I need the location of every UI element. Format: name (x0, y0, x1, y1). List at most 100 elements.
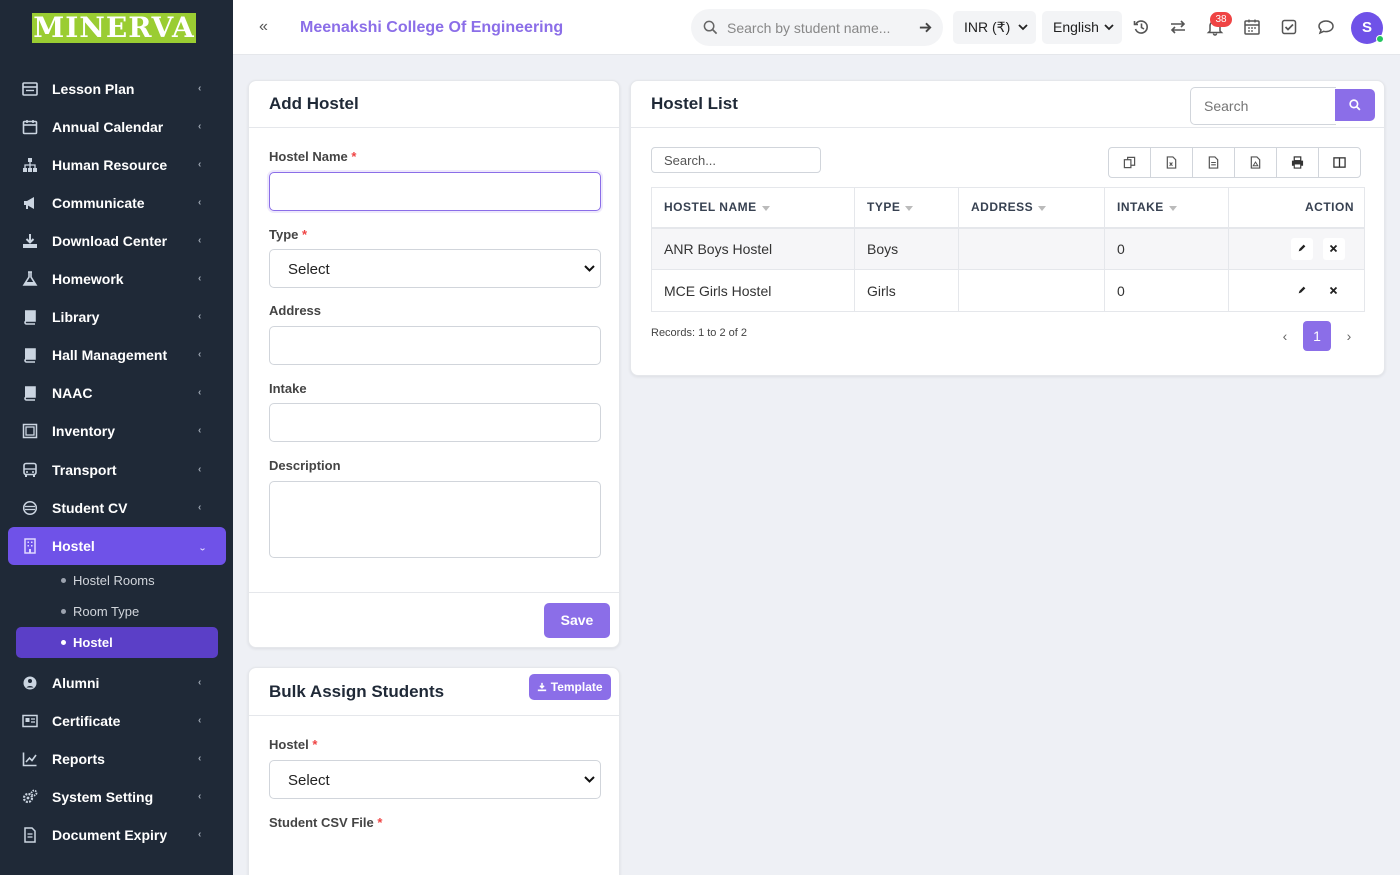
close-icon (1330, 244, 1338, 252)
sidebar-item-homework[interactable]: Homework ‹ (8, 260, 226, 298)
sidebar-subitem-hostel-rooms[interactable]: Hostel Rooms (16, 565, 218, 596)
column-header-address[interactable]: ADDRESS (958, 187, 1105, 229)
column-visibility-button[interactable] (1319, 148, 1360, 177)
sidebar-item-system-setting[interactable]: System Setting ‹ (8, 778, 226, 816)
sidebar-item-document-expiry[interactable]: Document Expiry ‹ (8, 816, 226, 854)
csv-button[interactable] (1193, 148, 1235, 177)
delete-button[interactable] (1322, 279, 1345, 302)
alumni-icon (22, 675, 38, 691)
print-button[interactable] (1277, 148, 1319, 177)
sidebar-item-label: Annual Calendar (52, 119, 164, 135)
sidebar-item-hall-management[interactable]: Hall Management ‹ (8, 336, 226, 374)
document-icon (22, 827, 38, 843)
pdf-button[interactable] (1235, 148, 1277, 177)
currency-select[interactable]: INR (₹) (953, 11, 1036, 44)
calendar-icon (22, 119, 38, 135)
sidebar-item-student-cv[interactable]: Student CV ‹ (8, 489, 226, 527)
history-icon[interactable] (1132, 18, 1150, 36)
chevron-left-icon: ‹ (198, 273, 202, 284)
bulk-hostel-select[interactable]: Select (269, 760, 601, 799)
sidebar-item-label: Lesson Plan (52, 81, 135, 97)
intake-input[interactable] (269, 403, 601, 442)
type-select[interactable]: Select (269, 249, 601, 288)
task-check-icon[interactable] (1280, 18, 1298, 36)
divider (249, 592, 619, 593)
sidebar-item-certificate[interactable]: Certificate ‹ (8, 702, 226, 740)
book-icon (22, 385, 38, 401)
excel-button[interactable] (1151, 148, 1193, 177)
divider (249, 127, 619, 128)
sidebar-item-transport[interactable]: Transport ‹ (8, 451, 226, 489)
sort-icon (905, 205, 914, 211)
calendar-icon[interactable] (1243, 18, 1261, 36)
chevron-left-icon: ‹ (198, 791, 202, 802)
chevron-left-icon: ‹ (198, 159, 202, 170)
sidebar-item-alumni[interactable]: Alumni ‹ (8, 664, 226, 702)
sidebar-item-label: System Setting (52, 789, 154, 805)
copy-button[interactable] (1109, 148, 1151, 177)
chevron-left-icon: ‹ (198, 349, 202, 360)
sidebar-item-communicate[interactable]: Communicate ‹ (8, 184, 226, 222)
chevron-left-icon: ‹ (198, 387, 202, 398)
template-download-button[interactable]: Template (529, 674, 611, 700)
chevron-left-icon: ‹ (198, 197, 202, 208)
prev-page-button[interactable]: ‹ (1271, 321, 1299, 351)
divider (631, 127, 1384, 128)
column-header-intake[interactable]: INTAKE (1104, 187, 1229, 229)
certificate-icon (22, 713, 38, 729)
column-header-hostel-name[interactable]: HOSTEL NAME (651, 187, 855, 229)
column-header-type[interactable]: TYPE (854, 187, 959, 229)
sidebar-subitem-hostel[interactable]: Hostel (16, 627, 218, 658)
hostel-list-search-input[interactable] (1190, 87, 1336, 125)
book-icon (22, 309, 38, 325)
chart-line-icon (22, 751, 38, 767)
arrow-right-icon[interactable] (918, 20, 933, 35)
hostel-list-title: Hostel List (651, 94, 738, 113)
export-buttons (1108, 147, 1361, 178)
switch-icon[interactable] (1169, 18, 1187, 36)
chevron-left-icon: ‹ (198, 464, 202, 475)
language-select[interactable]: English (1042, 11, 1122, 44)
sidebar-item-hostel[interactable]: Hostel ‹ (8, 527, 226, 565)
type-label: Type * (269, 227, 308, 242)
bulk-assign-title: Bulk Assign Students (269, 682, 445, 701)
cell-type: Girls (854, 269, 959, 312)
sidebar-item-download-center[interactable]: Download Center ‹ (8, 222, 226, 260)
sidebar-item-human-resource[interactable]: Human Resource ‹ (8, 146, 226, 184)
chevron-left-icon: ‹ (198, 425, 202, 436)
sidebar-item-inventory[interactable]: Inventory ‹ (8, 412, 226, 450)
hostel-name-label: Hostel Name * (269, 149, 357, 164)
sidebar-subitem-room-type[interactable]: Room Type (16, 596, 218, 627)
search-icon (1349, 99, 1361, 111)
page-1-button[interactable]: 1 (1303, 321, 1331, 351)
sidebar-item-naac[interactable]: NAAC ‹ (8, 374, 226, 412)
chat-icon[interactable] (1317, 18, 1335, 36)
book-icon (22, 347, 38, 363)
hostel-name-input[interactable] (269, 172, 601, 211)
hostel-list-search-button[interactable] (1335, 89, 1375, 121)
copy-icon (1123, 156, 1136, 169)
address-input[interactable] (269, 326, 601, 365)
csv-file-icon (1208, 156, 1219, 169)
save-button[interactable]: Save (544, 603, 610, 638)
edit-button[interactable] (1291, 237, 1313, 260)
sidebar: Lesson Plan ‹ Annual Calendar ‹ Human Re… (0, 0, 233, 875)
cell-hostel-name: MCE Girls Hostel (651, 269, 855, 312)
delete-button[interactable] (1322, 237, 1345, 260)
collapse-sidebar-icon[interactable]: « (259, 18, 277, 36)
next-page-button[interactable]: › (1335, 321, 1363, 351)
sidebar-item-annual-calendar[interactable]: Annual Calendar ‹ (8, 108, 226, 146)
table-search-input[interactable]: Search... (651, 147, 821, 173)
sidebar-item-library[interactable]: Library ‹ (8, 298, 226, 336)
description-textarea[interactable] (269, 481, 601, 558)
sidebar-item-reports[interactable]: Reports ‹ (8, 740, 226, 778)
edit-button[interactable] (1291, 279, 1313, 302)
cell-intake: 0 (1104, 269, 1229, 312)
chevron-down-icon: ‹ (197, 547, 208, 551)
cell-action (1228, 227, 1365, 270)
student-search-input[interactable] (727, 18, 907, 38)
sidebar-item-label: Communicate (52, 195, 145, 211)
sidebar-item-lesson-plan[interactable]: Lesson Plan ‹ (8, 70, 226, 108)
logo[interactable]: MINERVA (32, 13, 196, 43)
sidebar-item-label: Alumni (52, 675, 100, 691)
